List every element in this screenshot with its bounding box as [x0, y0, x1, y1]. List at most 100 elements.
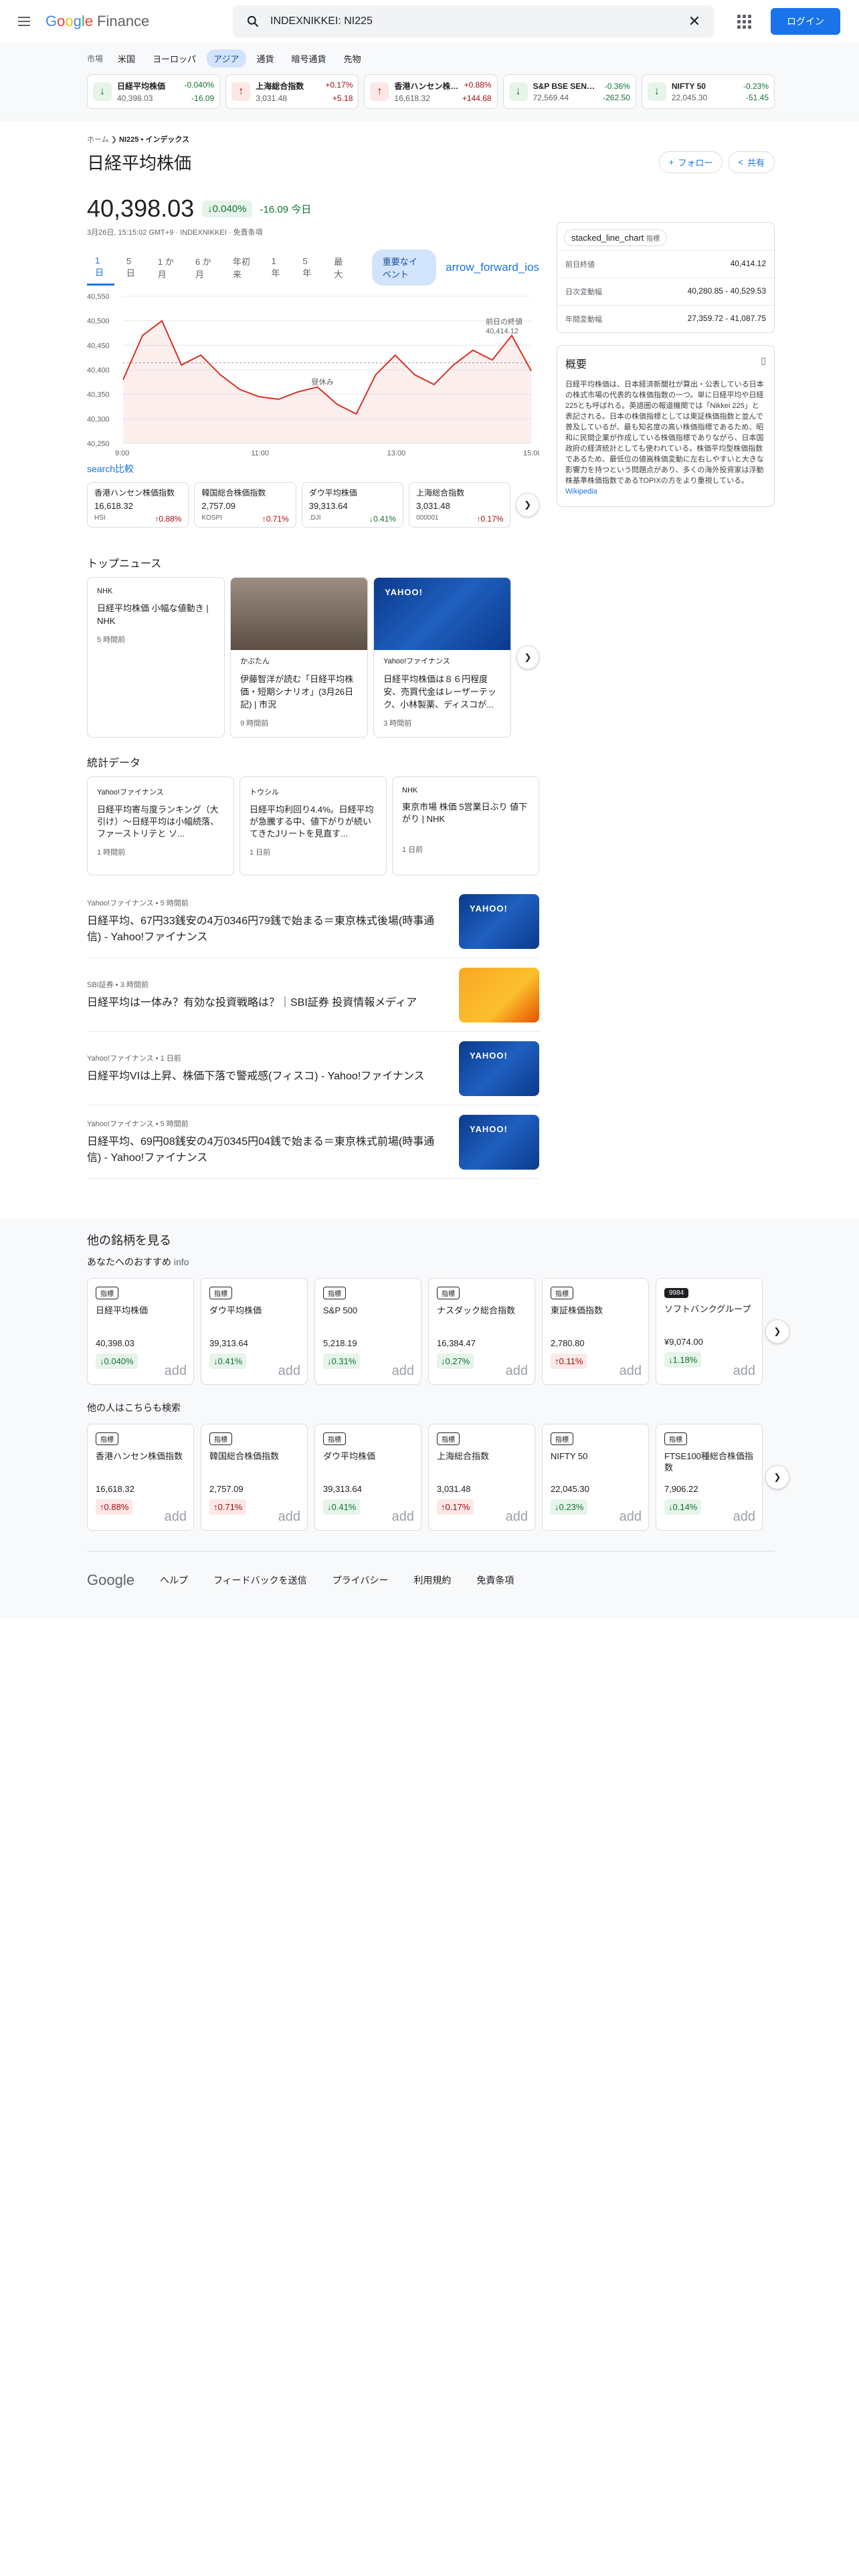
compare-card[interactable]: 上海総合指数 3,031.48 000001 ↑0.17% — [409, 482, 511, 528]
stock-tag: 指標 — [209, 1287, 232, 1299]
news-headline: 日経平均、69円08銭安の4万0345円04銭で始まる＝東京株式前場(時事通信)… — [87, 1136, 435, 1164]
about-title: 概要 — [565, 359, 587, 370]
footer-link[interactable]: プライバシー — [332, 1574, 389, 1587]
footer-link[interactable]: フィードバックを送信 — [213, 1574, 307, 1587]
footer-link[interactable]: ヘルプ — [160, 1574, 188, 1587]
stat-news-card[interactable]: Yahoo!ファイナンス 日経平均寄与度ランキング（大引け）～日経平均は小幅続落、… — [87, 776, 234, 875]
range-tab[interactable]: 1 か月 — [150, 249, 183, 286]
add-icon[interactable]: add — [165, 1364, 187, 1379]
news-card[interactable]: Yahoo!ファイナンス日経平均株価は８６円程度安、売買代金はレーザーテック、小… — [373, 577, 512, 738]
range-tab[interactable]: 年初来 — [225, 249, 260, 286]
add-icon[interactable]: add — [392, 1509, 414, 1525]
stock-card[interactable]: 指標 日経平均株価 40,398.03 ↓0.040% add — [87, 1278, 194, 1385]
chevron-right-icon[interactable]: ❯ — [516, 493, 540, 517]
range-tab[interactable]: 6 か月 — [187, 249, 221, 286]
range-tab[interactable]: 5 年 — [294, 251, 322, 284]
stock-card[interactable]: 指標 東証株価指数 2,780.80 ↑0.11% add — [542, 1278, 649, 1385]
login-button[interactable]: ログイン — [771, 8, 840, 35]
ticker-card[interactable]: ↓ NIFTY 50 -0.23% 22,045.30 -51.45 — [641, 74, 775, 109]
ticker-pct: +0.88% — [464, 80, 492, 90]
stock-card[interactable]: 指標 ダウ平均株価 39,313.64 ↓0.41% add — [314, 1424, 421, 1531]
stock-card[interactable]: 指標 上海総合指数 3,031.48 ↑0.17% add — [428, 1424, 535, 1531]
index-chip[interactable]: stacked_line_chart 指標 — [564, 229, 668, 246]
chevron-right-icon[interactable]: ❯ — [765, 1465, 789, 1489]
compare-change: ↑0.88% — [155, 514, 182, 524]
info-icon[interactable]: info — [174, 1257, 189, 1267]
compare-card[interactable]: 韓国総合株価指数 2,757.09 KOSPI ↑0.71% — [194, 482, 296, 528]
price-chart[interactable]: 40,550 40,500 40,450 40,400 40,350 40,300 40,2… — [87, 290, 542, 457]
breadcrumb: ホーム ❯ NI225 • インデックス — [87, 134, 775, 144]
market-tab[interactable]: 米国 — [111, 49, 142, 68]
ticker-card[interactable]: ↓ S&P BSE SENSEX -0.36% 72,569.44 -262.50 — [502, 74, 636, 109]
search-input[interactable] — [265, 15, 682, 27]
add-icon[interactable]: add — [733, 1364, 755, 1379]
price-chart-svg[interactable]: 40,550 40,500 40,450 40,400 40,350 40,300 40,2… — [87, 290, 542, 457]
google-logo[interactable]: Google — [87, 1572, 134, 1589]
ticker-card[interactable]: ↓ 日経平均株価 -0.040% 40,398.03 -16.09 — [87, 74, 221, 109]
chevron-right-icon[interactable]: ❯ — [516, 645, 540, 669]
lunch-break-label: 昼休み — [312, 378, 334, 387]
market-tab[interactable]: 暗号通貨 — [285, 49, 333, 68]
add-icon[interactable]: add — [619, 1509, 642, 1525]
market-tab[interactable]: 先物 — [337, 49, 368, 68]
key-events-toggle[interactable]: 重要なイベント — [371, 249, 437, 286]
news-source: Yahoo!ファイナンス — [87, 899, 154, 907]
news-card[interactable]: かぶたん 伊藤智洋が読む「日経平均株価・短期シナリオ」(3月26日記) | 市況 9… — [230, 577, 369, 738]
add-icon[interactable]: add — [392, 1364, 414, 1379]
follow-button[interactable]: + フォロー — [658, 151, 723, 173]
news-card[interactable]: NHK 日経平均株価 小幅な値動き | NHK 5 時間前 — [87, 577, 225, 738]
stock-card[interactable]: 指標 FTSE100種総合株価指数 7,906.22 ↓0.14% add — [656, 1424, 763, 1531]
clear-search-icon[interactable]: ✕ — [682, 13, 706, 30]
news-list-item[interactable]: Yahoo!ファイナンス • 5 時間前 日経平均、67円33銭安の4万0346円… — [87, 885, 539, 958]
market-tab[interactable]: アジア — [207, 49, 246, 68]
ticker-card[interactable]: ↑ 香港ハンセン株価... +0.88% 16,618.32 +144.68 — [364, 74, 498, 109]
market-tab[interactable]: ヨーロッパ — [146, 49, 203, 68]
google-apps-icon[interactable] — [731, 8, 757, 35]
wikipedia-link[interactable]: Wikipedia — [565, 488, 597, 496]
range-tab[interactable]: 1 日 — [87, 250, 114, 286]
news-list-item[interactable]: SBI証券 • 3 時間前 日経平均は一体み？有効な投資戦略は？｜SBI証券 投資… — [87, 958, 539, 1032]
add-icon[interactable]: add — [278, 1364, 300, 1379]
range-tab[interactable]: 最大 — [326, 249, 354, 286]
share-button[interactable]: < 共有 — [728, 151, 775, 173]
stock-card[interactable]: 指標 香港ハンセン株価指数 16,618.32 ↑0.88% add — [87, 1424, 194, 1531]
stat-news-card[interactable]: トウシル 日経平均利回り4.4%。日経平均が急騰する中、値下がりが続いてきたJリー… — [240, 776, 387, 875]
add-icon[interactable]: add — [506, 1364, 528, 1379]
footer-link[interactable]: 免責条項 — [476, 1574, 514, 1587]
google-finance-logo[interactable]: Google Finance — [45, 13, 193, 30]
news-time: 9 時間前 — [240, 720, 269, 728]
stock-price: 3,031.48 — [437, 1484, 471, 1494]
chevron-right-icon[interactable]: ❯ — [765, 1319, 789, 1344]
search-icon[interactable] — [241, 15, 265, 28]
stock-card[interactable]: 指標 NIFTY 50 22,045.30 ↓0.23% add — [542, 1424, 649, 1531]
menu-icon[interactable] — [11, 8, 37, 35]
compare-card[interactable]: ダウ平均株価 39,313.64 .DJI ↓0.41% — [301, 482, 404, 528]
news-list-item[interactable]: Yahoo!ファイナンス • 1 日前 日経平均VIは上昇、株価下落で警戒感(フィ… — [87, 1032, 539, 1105]
compare-link[interactable]: search比較 — [87, 462, 539, 475]
info-icon[interactable]: ▯ — [761, 355, 766, 371]
stock-card[interactable]: 9984 ソフトバンクグループ ¥9,074.00 ↓1.18% add — [656, 1278, 763, 1385]
add-icon[interactable]: add — [733, 1509, 755, 1525]
news-list-item[interactable]: Yahoo!ファイナンス • 5 時間前 日経平均、69円08銭安の4万0345円… — [87, 1105, 539, 1179]
stat-news-card[interactable]: NHK 東京市場 株価 5営業日ぶり 値下がり | NHK 1 日前 — [392, 776, 539, 875]
market-tab[interactable]: 通貨 — [250, 49, 281, 68]
arrow-up-icon: ↑ — [231, 82, 251, 101]
footer-link[interactable]: 利用規約 — [413, 1574, 451, 1587]
add-icon[interactable]: add — [278, 1509, 300, 1525]
search-bar: ✕ — [233, 5, 714, 37]
breadcrumb-home[interactable]: ホーム — [87, 136, 109, 144]
add-icon[interactable]: add — [619, 1364, 642, 1379]
news-time: 3 時間前 — [120, 980, 149, 989]
compare-card[interactable]: 香港ハンセン株価指数 16,618.32 HSI ↑0.88% — [87, 482, 189, 528]
arrow-forward-icon[interactable]: arrow_forward_ios — [446, 261, 539, 274]
add-icon[interactable]: add — [165, 1509, 187, 1525]
stock-card[interactable]: 指標 S&P 500 5,218.19 ↓0.31% add — [314, 1278, 421, 1385]
add-icon[interactable]: add — [506, 1509, 528, 1525]
stock-card[interactable]: 指標 ナスダック総合指数 16,384.47 ↓0.27% add — [428, 1278, 535, 1385]
stock-card[interactable]: 指標 ダウ平均株価 39,313.64 ↓0.41% add — [201, 1278, 308, 1385]
stock-card[interactable]: 指標 韓国総合株価指数 2,757.09 ↑0.71% add — [201, 1424, 308, 1531]
ticker-card[interactable]: ↑ 上海総合指数 +0.17% 3,031.48 +5.18 — [225, 74, 359, 109]
stock-tag: 指標 — [96, 1432, 118, 1445]
range-tab[interactable]: 5 日 — [118, 251, 146, 284]
range-tab[interactable]: 1 年 — [264, 251, 291, 284]
